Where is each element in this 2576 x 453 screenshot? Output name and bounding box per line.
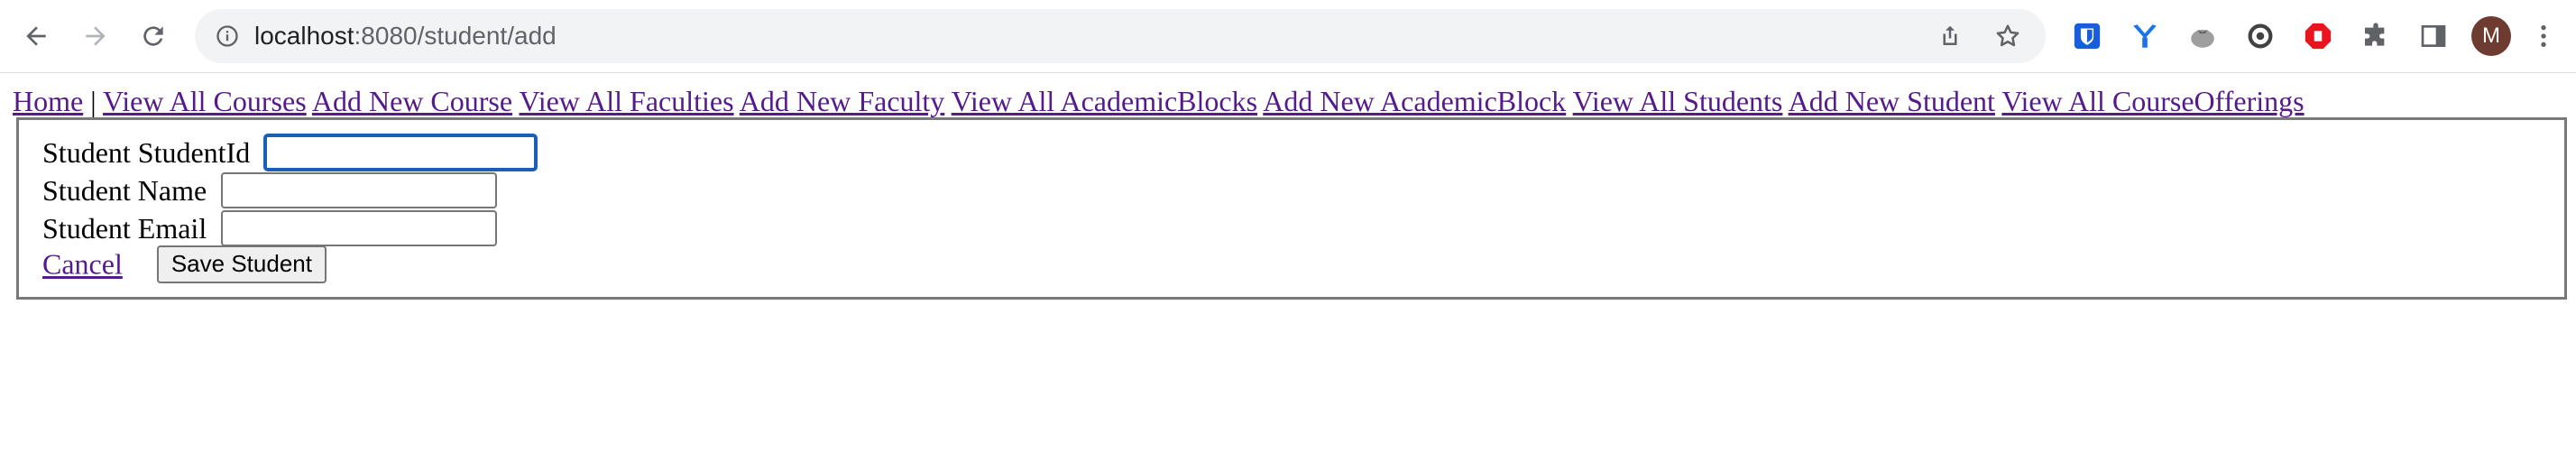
student-email-input[interactable] [221,209,498,246]
student-name-input[interactable] [221,171,498,208]
student-id-input[interactable] [264,134,538,171]
nav-add-new-course-link[interactable]: Add New Course [312,85,512,117]
extensions-puzzle-icon[interactable] [2358,18,2394,54]
url-host: localhost [254,22,354,50]
nav-add-new-academic-block-link[interactable]: Add New AcademicBlock [1263,85,1566,117]
nav-add-new-student-link[interactable]: Add New Student [1789,85,1995,117]
nav-view-all-students-link[interactable]: View All Students [1573,85,1783,117]
browser-toolbar: localhost:8080/student/add M [0,0,2576,73]
arrow-left-icon [26,26,46,46]
nav-view-all-courses-link[interactable]: View All Courses [103,85,307,117]
sync-extension-icon[interactable] [2242,18,2278,54]
student-id-row: Student StudentId [42,131,538,171]
nav-add-new-faculty-link[interactable]: Add New Faculty [740,85,945,117]
back-button[interactable] [14,14,58,58]
bitwarden-extension-icon[interactable] [2069,18,2105,54]
address-bar[interactable]: localhost:8080/student/add [195,9,2046,63]
adblock-stop-extension-icon[interactable] [2300,18,2336,54]
profile-avatar[interactable]: M [2471,16,2511,56]
page-content: Home | View All Courses Add New Course V… [0,72,2576,453]
url-path: :8080/student/add [354,22,557,50]
nav-view-all-academic-blocks-link[interactable]: View All AcademicBlocks [952,85,1257,117]
kebab-menu-icon[interactable] [2525,18,2562,54]
arrow-right-icon [86,26,106,46]
vimium-extension-icon[interactable] [2127,18,2163,54]
form-actions: Cancel Save Student [42,243,327,283]
side-panel-icon[interactable] [2415,18,2452,54]
save-student-button[interactable]: Save Student [156,245,327,283]
student-email-label: Student Email [42,211,207,245]
reload-icon [143,26,163,46]
share-icon[interactable] [1934,20,1966,52]
student-id-label: Student StudentId [42,135,251,169]
url-text[interactable]: localhost:8080/student/add [254,9,557,63]
nav-home-link[interactable]: Home [13,85,83,117]
bookmark-star-icon[interactable] [1992,20,2024,52]
add-student-form: Student StudentId Student Name Student E… [16,117,2567,300]
student-name-label: Student Name [42,173,207,207]
student-name-row: Student Name [42,169,498,208]
forward-button[interactable] [74,14,117,58]
cancel-link[interactable]: Cancel [42,248,123,281]
tomato-timer-extension-icon[interactable] [2185,18,2221,54]
student-email-row: Student Email [42,207,498,246]
top-nav: Home | View All Courses Add New Course V… [13,83,2305,119]
nav-separator: | [90,85,97,117]
site-info-icon[interactable] [213,22,242,51]
nav-view-all-faculties-link[interactable]: View All Faculties [520,85,734,117]
reload-button[interactable] [132,14,175,58]
nav-view-all-course-offerings-link[interactable]: View All CourseOfferings [2001,85,2304,117]
